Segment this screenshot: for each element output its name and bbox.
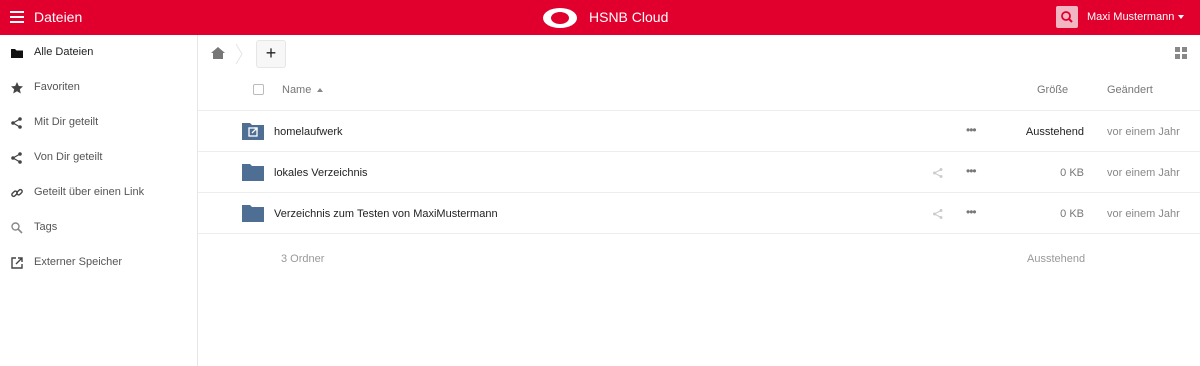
more-actions-icon[interactable]: •••: [966, 206, 980, 220]
sidebar-item-label: Favoriten: [34, 81, 80, 93]
column-header-modified[interactable]: Geändert: [1107, 84, 1153, 96]
home-icon[interactable]: [210, 46, 226, 60]
tag-search-icon: [11, 222, 23, 234]
file-modified: vor einem Jahr: [1107, 126, 1180, 138]
sidebar-item-tags[interactable]: Tags: [0, 210, 198, 245]
brand-name: HSNB Cloud: [589, 9, 669, 25]
caret-down-icon: [1178, 15, 1185, 20]
breadcrumb-separator: [235, 43, 243, 65]
file-modified: vor einem Jahr: [1107, 208, 1180, 220]
table-row[interactable]: Verzeichnis zum Testen von MaxiMusterman…: [198, 193, 1200, 234]
hamburger-icon[interactable]: [10, 11, 24, 23]
summary-count: 3 Ordner: [281, 253, 325, 265]
user-name: Maxi Mustermann: [1087, 11, 1175, 23]
sidebar-item-label: Alle Dateien: [34, 46, 94, 58]
search-button[interactable]: [1056, 6, 1078, 28]
sidebar-item-label: Von Dir geteilt: [34, 151, 103, 163]
sidebar-item-label: Externer Speicher: [34, 256, 123, 268]
sidebar: Alle Dateien Favoriten Mit Dir geteilt V…: [0, 35, 198, 366]
share-icon[interactable]: [932, 167, 944, 179]
table-row[interactable]: lokales Verzeichnis ••• 0 KB vor einem J…: [198, 152, 1200, 193]
more-actions-icon[interactable]: •••: [966, 165, 980, 179]
new-button[interactable]: +: [256, 40, 286, 68]
sidebar-item-shared-with-you[interactable]: Mit Dir geteilt: [0, 105, 198, 140]
file-modified: vor einem Jahr: [1107, 167, 1180, 179]
folder-icon: [11, 49, 23, 58]
more-actions-icon[interactable]: •••: [966, 124, 980, 138]
column-label: Name: [282, 84, 312, 96]
file-size: 0 KB: [1060, 208, 1084, 220]
column-header-size[interactable]: Größe: [1037, 84, 1068, 96]
file-table-header: Name Größe Geändert: [198, 70, 1200, 111]
select-all-checkbox[interactable]: [253, 84, 264, 95]
search-icon: [1061, 11, 1073, 23]
app-title[interactable]: Dateien: [34, 9, 82, 25]
star-icon: [11, 82, 23, 94]
share-icon: [11, 152, 22, 164]
sidebar-item-label: Geteilt über einen Link: [34, 186, 145, 198]
external-folder-icon: [242, 123, 264, 140]
cloud-logo[interactable]: [542, 5, 578, 29]
sidebar-item-external-storage[interactable]: Externer Speicher: [0, 245, 198, 280]
file-size: 0 KB: [1060, 167, 1084, 179]
grid-view-icon[interactable]: [1175, 47, 1187, 59]
table-row[interactable]: homelaufwerk ••• Ausstehend vor einem Ja…: [198, 111, 1200, 152]
file-name[interactable]: homelaufwerk: [274, 126, 342, 138]
share-icon: [11, 117, 22, 129]
external-link-icon: [11, 257, 23, 269]
sidebar-item-favorites[interactable]: Favoriten: [0, 70, 198, 105]
summary-size: Ausstehend: [1027, 253, 1086, 265]
file-name[interactable]: Verzeichnis zum Testen von MaxiMusterman…: [274, 208, 498, 220]
folder-icon: [242, 205, 264, 222]
file-name[interactable]: lokales Verzeichnis: [274, 167, 368, 179]
file-size: Ausstehend: [1025, 126, 1084, 138]
sidebar-item-shared-by-you[interactable]: Von Dir geteilt: [0, 140, 198, 175]
sidebar-item-label: Mit Dir geteilt: [34, 116, 99, 128]
user-menu[interactable]: Maxi Mustermann: [1087, 11, 1185, 23]
sidebar-item-label: Tags: [34, 221, 58, 233]
share-icon[interactable]: [932, 208, 944, 220]
folder-icon: [242, 164, 264, 181]
sort-ascending-icon: [317, 88, 324, 93]
link-icon: [11, 188, 23, 198]
sidebar-item-shared-by-link[interactable]: Geteilt über einen Link: [0, 175, 198, 210]
sidebar-item-all-files[interactable]: Alle Dateien: [0, 35, 198, 70]
header-bar: Dateien HSNB Cloud Maxi Mustermann: [0, 0, 1200, 35]
column-header-name[interactable]: Name: [282, 84, 324, 96]
